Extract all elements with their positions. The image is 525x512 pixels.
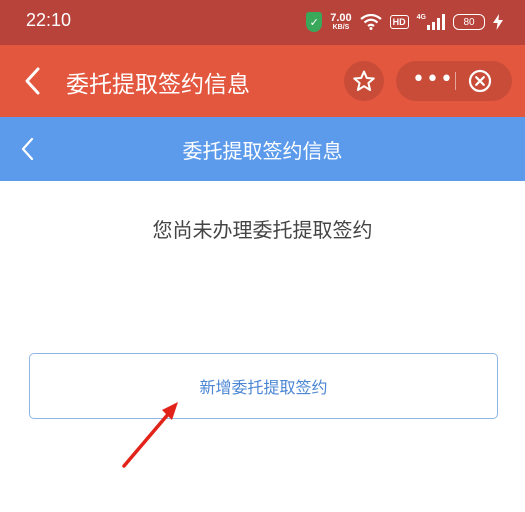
sub-header-title: 委托提取签约信息	[182, 139, 343, 163]
star-icon	[353, 70, 375, 91]
network-speed-unit: KB/S	[332, 24, 350, 31]
red-arrow-icon	[122, 402, 178, 468]
network-speed: 7.00 KB/S	[330, 12, 352, 32]
status-icons: ✓ 7.00 KB/S HD 4G 80	[306, 8, 503, 36]
empty-state-message: 您尚未办理委托提取签约	[152, 218, 373, 242]
chevron-left-icon[interactable]	[18, 63, 48, 99]
cellular-signal: 4G	[417, 14, 445, 30]
more-icon[interactable]: •••	[412, 67, 454, 92]
shield-icon: ✓	[306, 12, 323, 32]
menu-capsule: •••	[396, 61, 512, 101]
close-circle-icon[interactable]	[468, 69, 492, 93]
charging-icon	[493, 14, 503, 30]
capsule-divider	[455, 72, 456, 90]
signal-bars-icon	[427, 14, 445, 30]
hd-badge: HD	[389, 15, 409, 29]
app-header: 委托提取签约信息 •••	[0, 45, 525, 117]
favorite-button[interactable]	[344, 61, 384, 101]
add-entrust-signing-label: 新增委托提取签约	[199, 378, 328, 397]
status-time: 22:10	[26, 10, 72, 30]
battery-indicator: 80	[453, 14, 485, 30]
status-bar: 22:10 ✓ 7.00 KB/S HD 4G 80	[0, 0, 525, 45]
wifi-icon	[359, 14, 382, 30]
page-title: 委托提取签约信息	[66, 72, 250, 98]
sub-header: 委托提取签约信息	[0, 117, 525, 181]
add-entrust-signing-button[interactable]: 新增委托提取签约	[29, 353, 498, 419]
network-speed-value: 7.00	[330, 12, 352, 24]
network-type-label: 4G	[416, 14, 426, 21]
